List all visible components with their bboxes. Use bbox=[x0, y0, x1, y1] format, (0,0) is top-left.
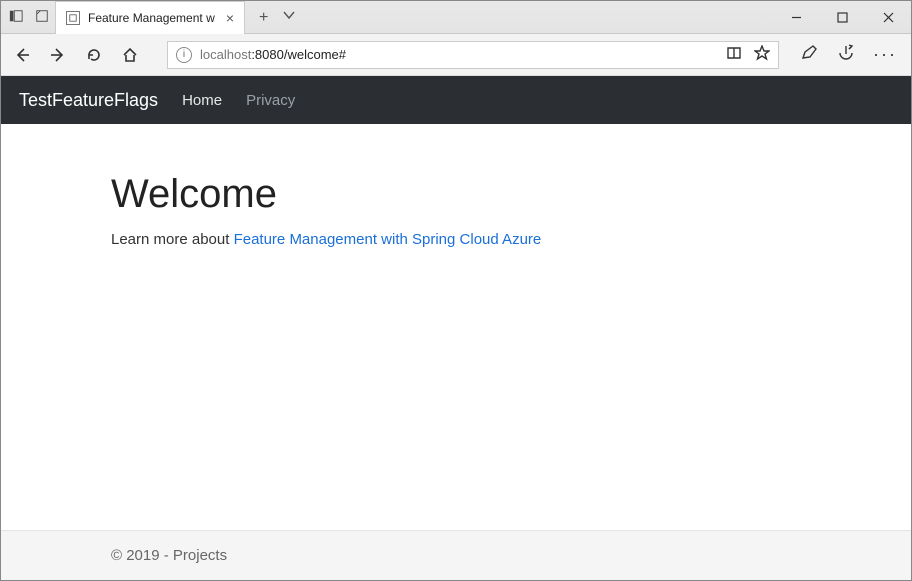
site-brand[interactable]: TestFeatureFlags bbox=[19, 90, 158, 111]
browser-toolbar: i localhost:8080/welcome# ··· bbox=[1, 34, 911, 76]
address-bar[interactable]: i localhost:8080/welcome# bbox=[167, 41, 779, 69]
forward-button[interactable] bbox=[47, 44, 69, 66]
nav-link-privacy[interactable]: Privacy bbox=[246, 92, 295, 109]
lead-link[interactable]: Feature Management with Spring Cloud Azu… bbox=[234, 231, 542, 248]
more-menu-icon[interactable]: ··· bbox=[873, 44, 897, 65]
recent-activity-icon[interactable] bbox=[35, 9, 49, 26]
window-controls bbox=[773, 1, 911, 34]
tabs-dropdown-icon[interactable] bbox=[282, 8, 296, 27]
tab-title: Feature Management w bbox=[88, 11, 215, 25]
lead-prefix: Learn more about bbox=[111, 231, 234, 248]
browser-tab-active[interactable]: Feature Management w × bbox=[55, 1, 245, 34]
favorite-star-icon[interactable] bbox=[754, 45, 770, 64]
tab-actions: + bbox=[245, 1, 296, 34]
footer-text: © 2019 - Projects bbox=[111, 547, 227, 564]
address-host: localhost bbox=[200, 47, 251, 62]
reading-view-icon[interactable] bbox=[726, 45, 742, 64]
tab-favicon-icon bbox=[66, 11, 80, 25]
notes-icon[interactable] bbox=[801, 44, 819, 65]
new-tab-icon[interactable]: + bbox=[259, 9, 268, 27]
tabs-aside-icon[interactable] bbox=[9, 9, 23, 26]
page-content: Welcome Learn more about Feature Managem… bbox=[1, 124, 911, 530]
address-path: :8080/welcome# bbox=[251, 47, 346, 62]
site-footer: © 2019 - Projects bbox=[1, 530, 911, 580]
address-text: localhost:8080/welcome# bbox=[200, 47, 346, 62]
window-maximize-button[interactable] bbox=[819, 1, 865, 34]
home-button[interactable] bbox=[119, 44, 141, 66]
window-titlebar: Feature Management w × + bbox=[1, 1, 911, 34]
page-heading: Welcome bbox=[111, 172, 801, 217]
site-info-icon[interactable]: i bbox=[176, 47, 192, 63]
back-button[interactable] bbox=[11, 44, 33, 66]
titlebar-left-controls bbox=[1, 1, 49, 34]
share-icon[interactable] bbox=[837, 44, 855, 65]
page-lead: Learn more about Feature Management with… bbox=[111, 231, 801, 248]
refresh-button[interactable] bbox=[83, 44, 105, 66]
site-navbar: TestFeatureFlags Home Privacy bbox=[1, 76, 911, 124]
window-minimize-button[interactable] bbox=[773, 1, 819, 34]
nav-link-home[interactable]: Home bbox=[182, 92, 222, 109]
tab-close-icon[interactable]: × bbox=[226, 10, 234, 26]
toolbar-right: ··· bbox=[801, 44, 901, 65]
window-close-button[interactable] bbox=[865, 1, 911, 34]
